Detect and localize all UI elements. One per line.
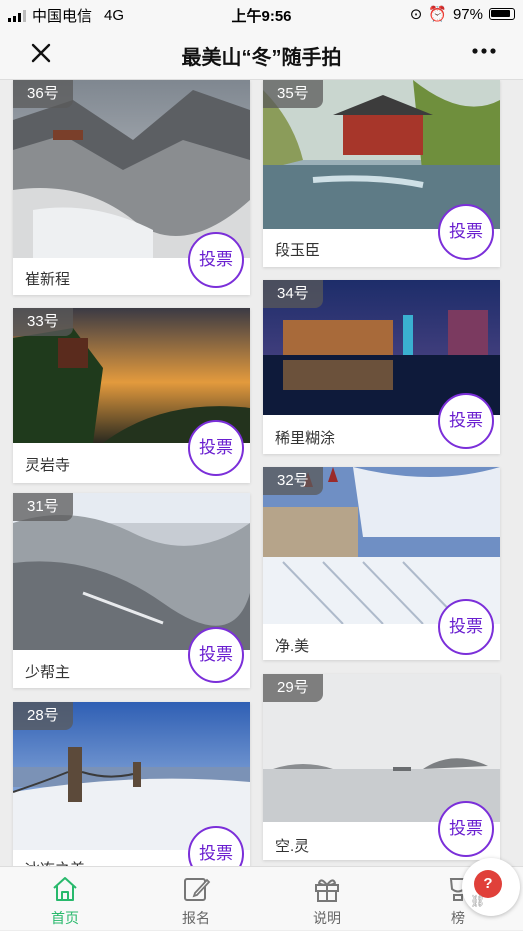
entry-author: 冰冻之美 xyxy=(25,858,85,866)
floating-action-button[interactable]: ? ⛓ xyxy=(462,858,520,916)
entry-card[interactable]: 31号 少帮主 投票 xyxy=(13,493,250,688)
tab-home-label: 首页 xyxy=(51,910,79,926)
entry-card[interactable]: 32号 净.美 投票 xyxy=(263,467,500,660)
entry-author: 段玉臣 xyxy=(275,242,321,259)
entry-card[interactable]: 33号 灵岩寺 投票 xyxy=(13,308,250,483)
entry-card[interactable]: 29号 空.灵 投票 xyxy=(263,674,500,860)
entry-card[interactable]: 34号 稀里糊涂 投票 xyxy=(263,280,500,454)
entries-grid: 36号 崔新程 投票 35号 段玉臣 投票 33号 灵岩寺 投票 34号 稀里糊… xyxy=(0,80,523,866)
home-icon xyxy=(50,875,80,903)
battery-percent: 97% xyxy=(452,5,483,23)
entry-author: 灵岩寺 xyxy=(25,457,71,474)
entry-card[interactable]: 28号 冰冻之美 投票 xyxy=(13,702,250,866)
vote-button[interactable]: 投票 xyxy=(438,204,494,260)
title-bar: 最美山“冬”随手拍 xyxy=(0,28,523,80)
entry-number: 35号 xyxy=(263,80,323,108)
tab-info-label: 说明 xyxy=(313,910,341,926)
tab-signup[interactable]: 报名 xyxy=(131,867,261,931)
vote-button[interactable]: 投票 xyxy=(438,599,494,655)
tab-info[interactable]: 说明 xyxy=(262,867,392,931)
vote-button[interactable]: 投票 xyxy=(438,393,494,449)
entry-number: 28号 xyxy=(13,702,73,730)
status-right: ⊙ ⏰ 97% xyxy=(410,5,515,23)
entry-number: 36号 xyxy=(13,80,73,108)
vote-button[interactable]: 投票 xyxy=(438,801,494,857)
entry-author: 少帮主 xyxy=(25,664,71,681)
entry-author: 净.美 xyxy=(275,638,310,655)
vote-button[interactable]: 投票 xyxy=(188,627,244,683)
tab-signup-label: 报名 xyxy=(182,910,210,926)
entry-card[interactable]: 36号 崔新程 投票 xyxy=(13,80,250,295)
link-icon: ⛓ xyxy=(470,894,486,908)
more-icon[interactable] xyxy=(471,36,497,73)
entry-author: 空.灵 xyxy=(275,838,310,855)
tab-home[interactable]: 首页 xyxy=(0,867,130,931)
rotation-lock-icon: ⊙ xyxy=(409,6,423,23)
battery-icon xyxy=(489,8,515,20)
alarm-icon: ⏰ xyxy=(428,6,447,23)
vote-button[interactable]: 投票 xyxy=(188,420,244,476)
entry-card[interactable]: 35号 段玉臣 投票 xyxy=(263,80,500,267)
status-bar: 中国电信 4G 上午9:56 ⊙ ⏰ 97% xyxy=(0,0,523,28)
gift-icon xyxy=(312,875,342,903)
entry-author: 稀里糊涂 xyxy=(275,430,336,447)
entry-number: 34号 xyxy=(263,280,323,308)
edit-icon xyxy=(181,875,211,903)
bottom-tab-bar: 首页 报名 说明 榜 xyxy=(0,866,523,930)
vote-button[interactable]: 投票 xyxy=(188,232,244,288)
entry-number: 32号 xyxy=(263,467,323,495)
entry-number: 33号 xyxy=(13,308,73,336)
page-title: 最美山“冬”随手拍 xyxy=(181,47,342,69)
entry-author: 崔新程 xyxy=(25,271,71,288)
entry-number: 31号 xyxy=(13,493,73,521)
entry-number: 29号 xyxy=(263,674,323,702)
